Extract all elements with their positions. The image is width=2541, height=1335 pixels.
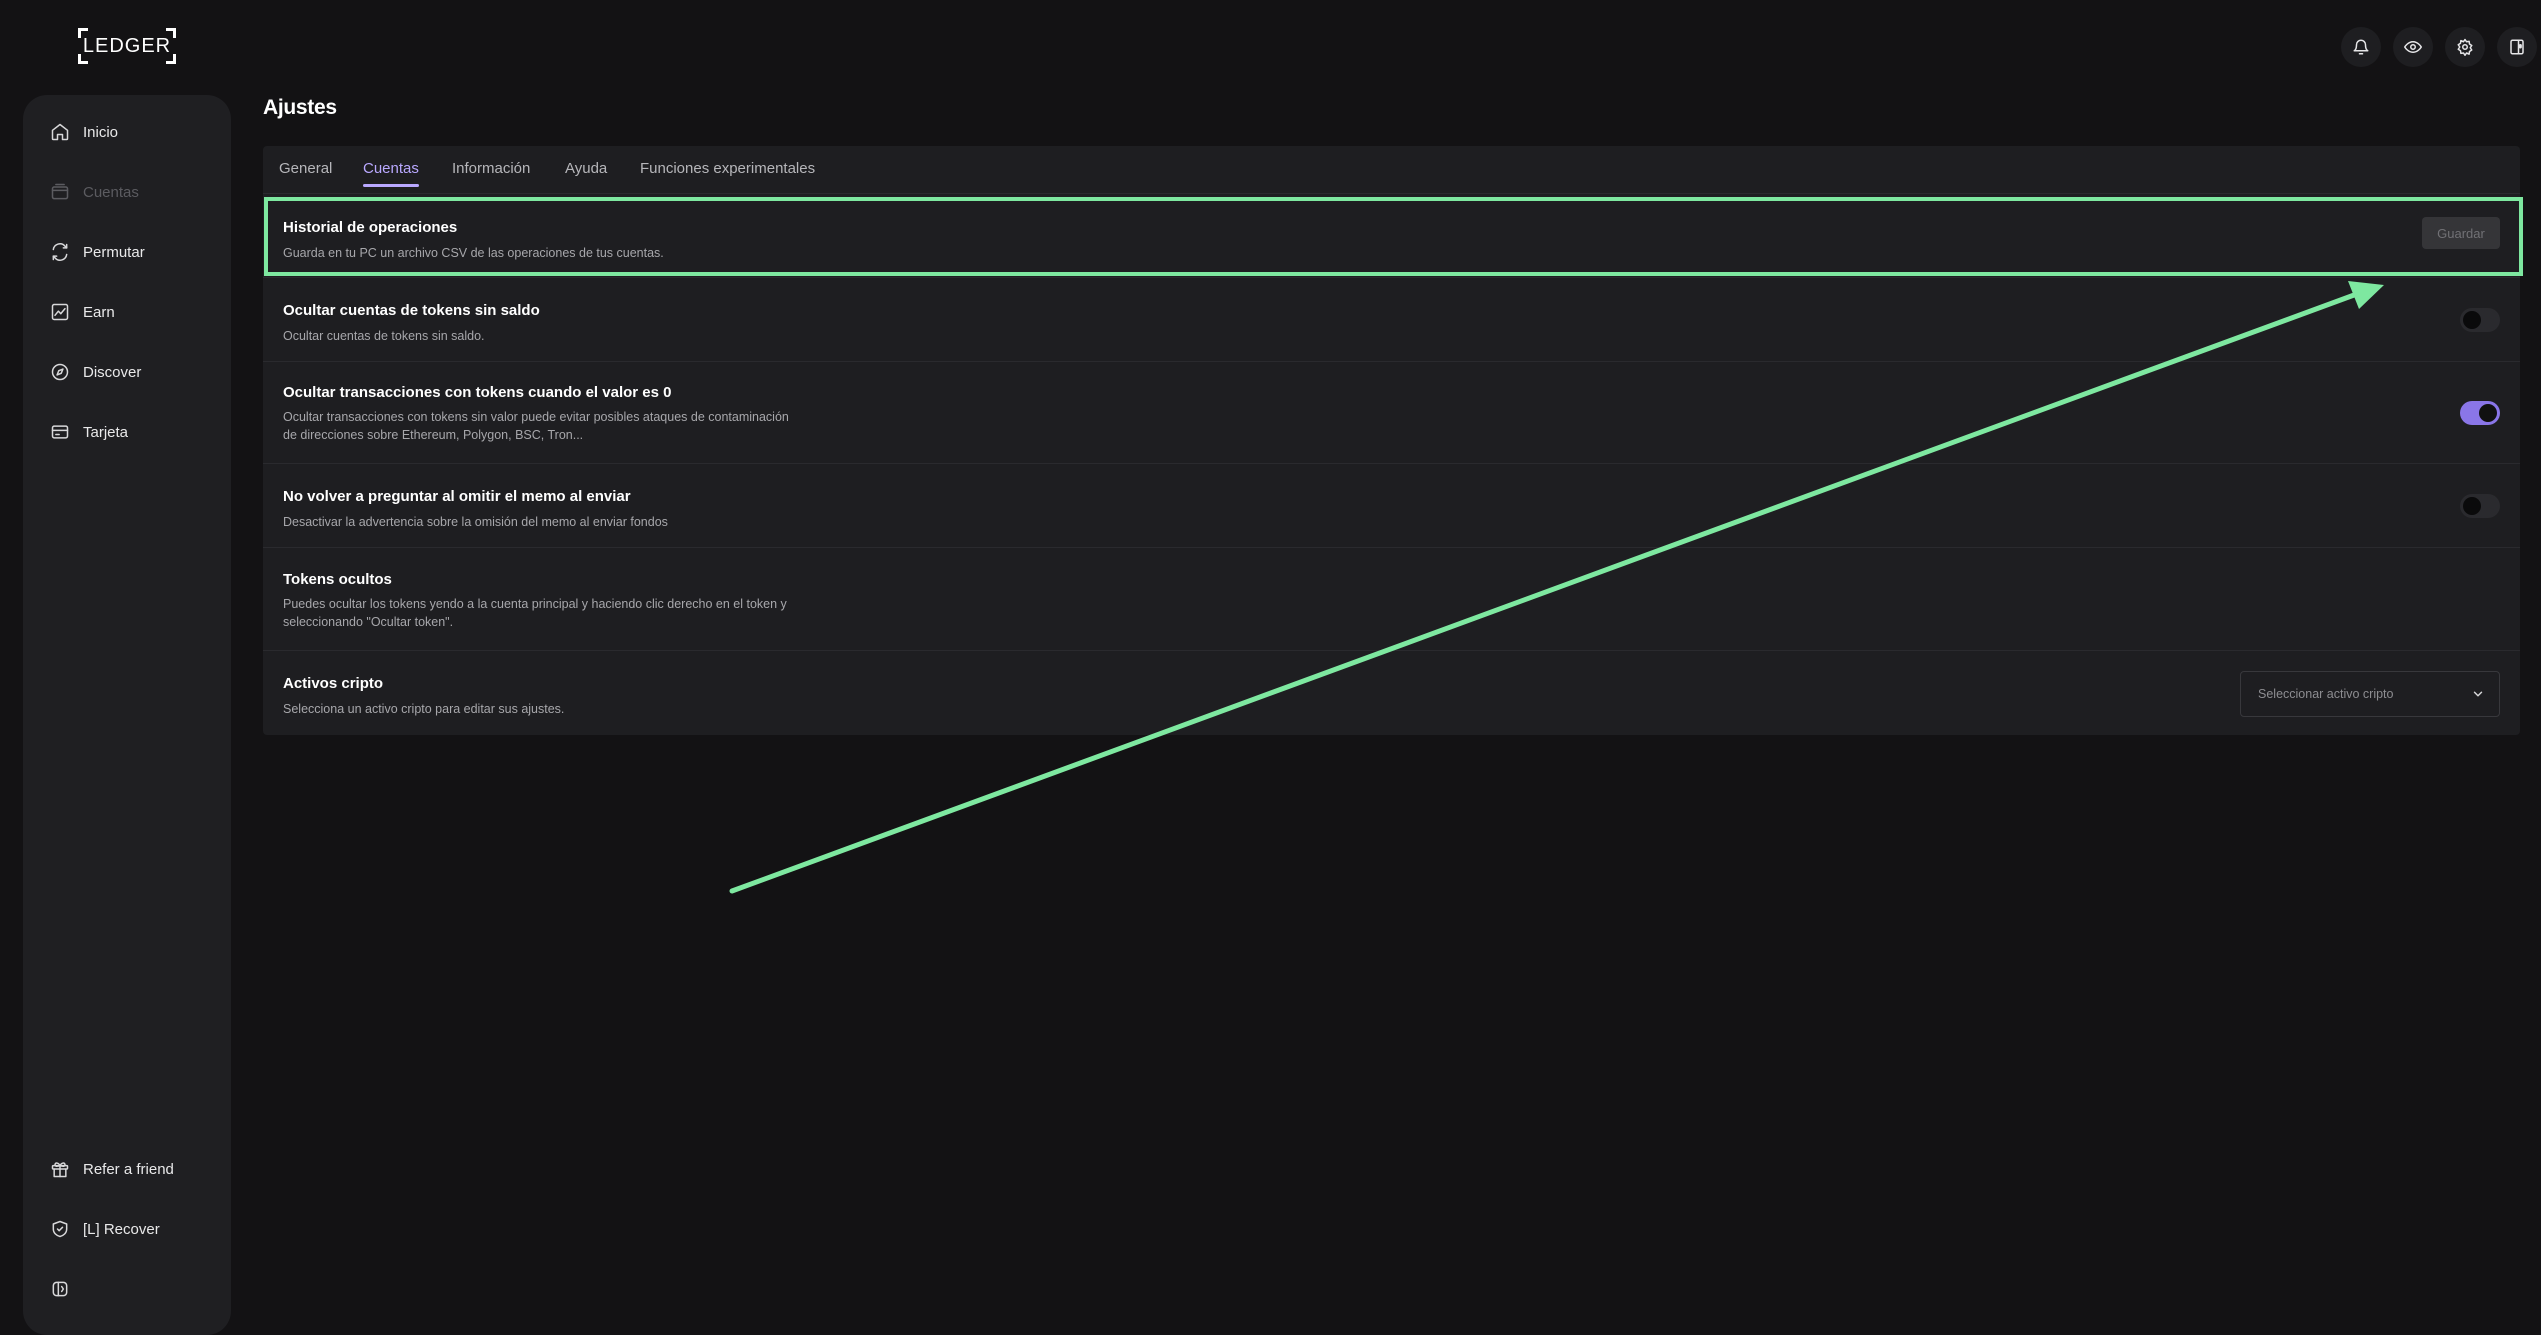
setting-row-history: Historial de operaciones Guarda en tu PC… <box>263 194 2520 278</box>
eye-icon[interactable] <box>2393 27 2433 67</box>
sidebar-item-label: Cuentas <box>83 183 139 201</box>
header-actions <box>2341 27 2541 67</box>
tab-cuentas[interactable]: Cuentas <box>363 160 419 187</box>
setting-description: Puedes ocultar los tokens yendo a la cue… <box>283 595 843 631</box>
sidebar-item-label: Tarjeta <box>83 423 129 441</box>
chart-icon <box>51 303 69 321</box>
setting-row-crypto-assets: Activos cripto Selecciona un activo crip… <box>263 651 2520 735</box>
sidebar-item-label: Inicio <box>83 123 119 141</box>
tab-funciones-experimentales[interactable]: Funciones experimentales <box>640 160 815 187</box>
compass-icon <box>51 363 69 381</box>
settings-panel: General Cuentas Información Ayuda Funcio… <box>263 146 2520 735</box>
sidebar-item-label: Permutar <box>83 243 145 261</box>
setting-description-line: Puedes ocultar los tokens yendo a la cue… <box>283 597 787 611</box>
sidebar-item-refer-a-friend[interactable]: Refer a friend <box>50 1154 174 1184</box>
hide-zero-transactions-toggle[interactable] <box>2460 401 2500 425</box>
sidebar <box>23 95 231 1335</box>
page-title: Ajustes <box>263 96 337 119</box>
sidebar-toggle-icon <box>52 1281 68 1297</box>
sidebar-item-label: [L] Recover <box>83 1220 160 1238</box>
setting-row-hide-empty-accounts: Ocultar cuentas de tokens sin saldo Ocul… <box>263 278 2520 362</box>
sidebar-item-label: Earn <box>83 303 115 321</box>
sidebar-item-earn[interactable]: Earn <box>50 297 115 327</box>
sidebar-item-inicio[interactable]: Inicio <box>50 117 118 147</box>
setting-description: Selecciona un activo cripto para editar … <box>283 702 565 716</box>
setting-description: Guarda en tu PC un archivo CSV de las op… <box>283 246 664 260</box>
crypto-asset-select[interactable]: Seleccionar activo cripto <box>2240 671 2500 717</box>
gift-icon <box>51 1162 69 1178</box>
setting-description: Ocultar cuentas de tokens sin saldo. <box>283 329 485 343</box>
sidebar-item-label: Refer a friend <box>83 1160 174 1178</box>
select-placeholder: Seleccionar activo cripto <box>2258 687 2394 701</box>
setting-description-line: de direcciones sobre Ethereum, Polygon, … <box>283 428 584 442</box>
tab-ayuda[interactable]: Ayuda <box>565 160 607 187</box>
tab-general[interactable]: General <box>279 160 332 187</box>
sidebar-item-cuentas[interactable]: Cuentas <box>50 177 139 207</box>
shield-icon <box>52 1220 68 1238</box>
setting-row-memo-warning: No volver a preguntar al omitir el memo … <box>263 464 2520 548</box>
setting-title: Activos cripto <box>283 675 384 692</box>
wallet-icon <box>51 183 69 200</box>
device-icon[interactable] <box>2497 27 2537 67</box>
setting-description: Ocultar transacciones con tokens sin val… <box>283 408 843 444</box>
setting-title: Tokens ocultos <box>283 571 392 588</box>
setting-title: Ocultar cuentas de tokens sin saldo <box>283 302 540 319</box>
settings-tabs: General Cuentas Información Ayuda Funcio… <box>263 146 2520 194</box>
swap-icon <box>52 243 68 261</box>
sidebar-item-discover[interactable]: Discover <box>50 357 141 387</box>
logo-text: LEDGER <box>82 34 172 57</box>
gear-icon[interactable] <box>2445 27 2485 67</box>
hide-empty-accounts-toggle[interactable] <box>2460 308 2500 332</box>
sidebar-item-recover[interactable]: [L] Recover <box>50 1214 160 1244</box>
sidebar-item-label: Discover <box>83 363 142 381</box>
setting-row-hidden-tokens: Tokens ocultos Puedes ocultar los tokens… <box>263 548 2520 651</box>
sidebar-collapse-button[interactable] <box>50 1274 70 1304</box>
setting-description-line: Ocultar transacciones con tokens sin val… <box>283 410 789 424</box>
sidebar-item-tarjeta[interactable]: Tarjeta <box>50 417 128 447</box>
setting-title: No volver a preguntar al omitir el memo … <box>283 488 631 505</box>
setting-title: Ocultar transacciones con tokens cuando … <box>283 384 672 401</box>
tab-informacion[interactable]: Información <box>452 160 530 187</box>
setting-title: Historial de operaciones <box>283 219 458 236</box>
bell-icon[interactable] <box>2341 27 2381 67</box>
card-icon <box>51 425 69 439</box>
chevron-down-icon <box>2473 691 2483 697</box>
setting-description-line: seleccionando "Ocultar token". <box>283 615 454 629</box>
sidebar-item-permutar[interactable]: Permutar <box>50 237 145 267</box>
setting-row-hide-zero-transactions: Ocultar transacciones con tokens cuando … <box>263 362 2520 464</box>
ledger-logo: LEDGER <box>78 28 176 64</box>
memo-warning-toggle[interactable] <box>2460 494 2500 518</box>
setting-description: Desactivar la advertencia sobre la omisi… <box>283 515 668 529</box>
home-icon <box>51 123 69 141</box>
save-button[interactable]: Guardar <box>2422 217 2500 249</box>
